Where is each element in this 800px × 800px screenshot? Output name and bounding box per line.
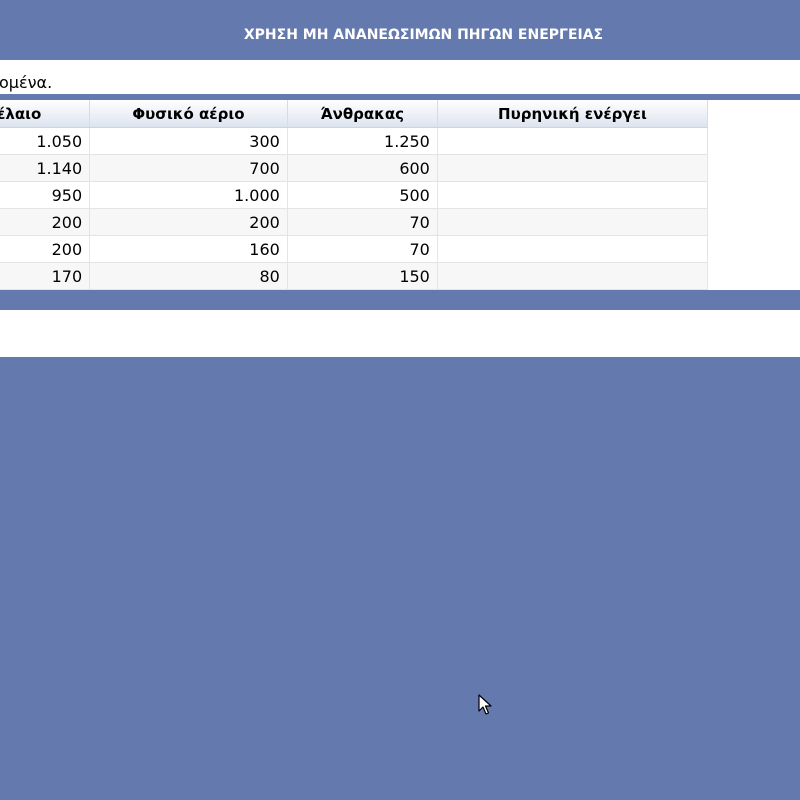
table-row: 200 160 70 — [0, 235, 709, 263]
energy-table: Πετρέλαιο Φυσικό αέριο Άνθρακας Πυρηνική… — [0, 100, 709, 290]
table-cell[interactable]: 160 — [89, 235, 288, 263]
table-cell[interactable] — [437, 127, 709, 155]
table-cell[interactable]: 200 — [0, 208, 91, 236]
table-cell[interactable]: 950 — [0, 181, 91, 209]
table-cell[interactable]: 1.000 — [89, 181, 288, 209]
table-cell[interactable]: 700 — [89, 154, 288, 182]
table-cell[interactable]: 300 — [89, 127, 288, 155]
column-header-oil[interactable]: Πετρέλαιο — [0, 100, 91, 128]
table-cell[interactable] — [437, 181, 709, 209]
page-title: ΧΡΗΣΗ ΜΗ ΑΝΑΝΕΩΣΙΜΩΝ ΠΗΓΩΝ ΕΝΕΡΓΕΙΑΣ — [243, 27, 604, 43]
column-header-nuclear[interactable]: Πυρηνική ενέργει — [437, 100, 709, 128]
table-row: 950 1.000 500 — [0, 181, 709, 209]
table-row: 200 200 70 — [0, 208, 709, 236]
table-cell[interactable] — [437, 208, 709, 236]
table-cell[interactable]: 500 — [287, 181, 438, 209]
table-cell[interactable]: 70 — [287, 235, 438, 263]
table-cell[interactable]: 1.250 — [287, 127, 438, 155]
column-header-coal[interactable]: Άνθρακας — [287, 100, 438, 128]
page: ΧΡΗΣΗ ΜΗ ΑΝΑΝΕΩΣΙΜΩΝ ΠΗΓΩΝ ΕΝΕΡΓΕΙΑΣ ομέ… — [0, 0, 800, 800]
table-cell[interactable]: 170 — [0, 262, 91, 290]
content-panel — [0, 310, 800, 357]
table-row: 1.050 300 1.250 — [0, 127, 709, 155]
table-cell[interactable]: 200 — [0, 235, 91, 263]
column-header-natural-gas[interactable]: Φυσικό αέριο — [89, 100, 288, 128]
title-bar: ΧΡΗΣΗ ΜΗ ΑΝΑΝΕΩΣΙΜΩΝ ΠΗΓΩΝ ΕΝΕΡΓΕΙΑΣ — [0, 0, 800, 60]
table-cell[interactable]: 70 — [287, 208, 438, 236]
table-cell[interactable]: 1.050 — [0, 127, 91, 155]
table-header-row: Πετρέλαιο Φυσικό αέριο Άνθρακας Πυρηνική… — [0, 100, 709, 128]
table-cell[interactable]: 80 — [89, 262, 288, 290]
table-cell[interactable] — [437, 235, 709, 263]
instruction-row: ομένα. — [0, 60, 800, 94]
table-band: Πετρέλαιο Φυσικό αέριο Άνθρακας Πυρηνική… — [0, 94, 800, 310]
table-cell[interactable]: 150 — [287, 262, 438, 290]
table-cell[interactable] — [437, 262, 709, 290]
table-cell[interactable] — [437, 154, 709, 182]
table-row: 170 80 150 — [0, 262, 709, 290]
table-container[interactable]: Πετρέλαιο Φυσικό αέριο Άνθρακας Πυρηνική… — [0, 100, 800, 290]
table-row: 1.140 700 600 — [0, 154, 709, 182]
table-cell[interactable]: 600 — [287, 154, 438, 182]
table-cell[interactable]: 200 — [89, 208, 288, 236]
mouse-pointer-icon — [478, 694, 492, 715]
table-cell[interactable]: 1.140 — [0, 154, 91, 182]
instruction-text: ομένα. — [0, 73, 53, 92]
